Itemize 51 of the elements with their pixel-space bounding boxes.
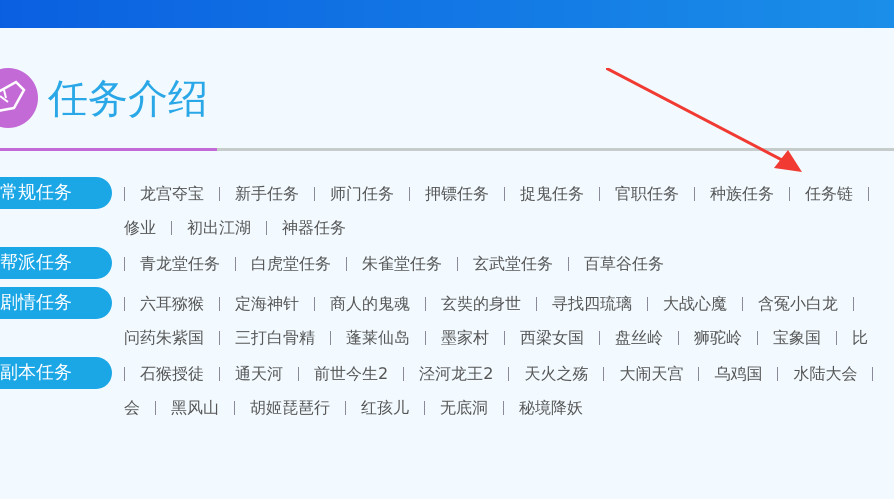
task-link[interactable]: 寻找四琉璃 xyxy=(552,294,632,314)
category-label: 常规任务 xyxy=(0,177,112,209)
category-label: 副本任务 xyxy=(0,357,112,389)
task-link[interactable]: 前世今生2 xyxy=(314,364,388,384)
task-link[interactable]: 盘丝岭 xyxy=(615,328,663,348)
task-link[interactable]: 初出江湖 xyxy=(187,218,251,238)
task-link[interactable]: 定海神针 xyxy=(235,294,299,314)
task-link[interactable]: 水陆大会 xyxy=(793,364,858,384)
task-link[interactable]: 狮驼岭 xyxy=(694,328,742,348)
category-label: 帮派任务 xyxy=(0,247,112,279)
task-link[interactable]: 白虎堂任务 xyxy=(251,254,331,274)
task-link[interactable]: 墨家村 xyxy=(441,328,489,348)
task-link[interactable]: 红孩儿 xyxy=(361,398,409,418)
task-link[interactable]: 大战心魔 xyxy=(663,294,727,314)
task-link[interactable]: 六耳猕猴 xyxy=(140,294,204,314)
task-link[interactable]: 朱雀堂任务 xyxy=(362,254,442,274)
category-label: 剧情任务 xyxy=(0,287,112,319)
section-title: 任务介绍 xyxy=(48,74,208,124)
task-link[interactable]: 官职任务 xyxy=(615,184,679,204)
task-link[interactable]: 任务链 xyxy=(805,184,853,204)
task-link[interactable]: 押镖任务 xyxy=(425,184,489,204)
task-link[interactable]: 新手任务 xyxy=(235,184,299,204)
task-link[interactable]: 玄武堂任务 xyxy=(473,254,553,274)
task-link[interactable]: 含冤小白龙 xyxy=(758,294,838,314)
task-link[interactable]: 修业 xyxy=(124,218,156,238)
task-link[interactable]: 石猴授徒 xyxy=(140,364,204,384)
task-link[interactable]: 青龙堂任务 xyxy=(140,254,220,274)
task-link[interactable]: 百草谷任务 xyxy=(584,254,664,274)
task-link[interactable]: 龙宫夺宝 xyxy=(140,184,204,204)
task-link[interactable]: 比 xyxy=(852,328,868,348)
task-link[interactable]: 三打白骨精 xyxy=(235,328,315,348)
task-link[interactable]: 问药朱紫国 xyxy=(124,328,204,348)
task-link[interactable]: 种族任务 xyxy=(710,184,774,204)
task-link[interactable]: 商人的鬼魂 xyxy=(330,294,410,314)
task-link[interactable]: 西梁女国 xyxy=(520,328,584,348)
task-link[interactable]: 秘境降妖 xyxy=(519,398,583,418)
task-link[interactable]: 泾河龙王2 xyxy=(419,364,494,384)
task-link[interactable]: 乌鸡国 xyxy=(714,364,762,384)
task-link[interactable]: 黑风山 xyxy=(171,398,219,418)
task-link[interactable]: 玄奘的身世 xyxy=(441,294,521,314)
task-link[interactable]: 会 xyxy=(124,398,140,418)
task-link[interactable]: 神器任务 xyxy=(282,218,346,238)
task-link[interactable]: 宝象国 xyxy=(773,328,821,348)
task-link[interactable]: 蓬莱仙岛 xyxy=(346,328,410,348)
task-link[interactable]: 天火之殇 xyxy=(524,364,588,384)
task-link[interactable]: 胡姬琵琶行 xyxy=(250,398,330,418)
task-link[interactable]: 师门任务 xyxy=(330,184,394,204)
task-link[interactable]: 通天河 xyxy=(235,364,283,384)
task-link[interactable]: 捉鬼任务 xyxy=(520,184,584,204)
task-link[interactable]: 无底洞 xyxy=(440,398,488,418)
task-link[interactable]: 大闹天宫 xyxy=(619,364,684,384)
